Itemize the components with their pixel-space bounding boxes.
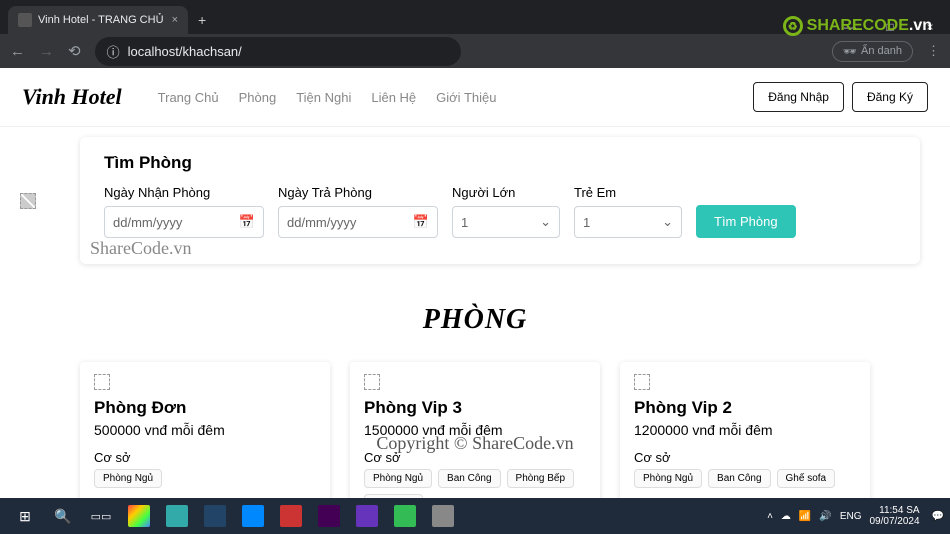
- register-button[interactable]: Đăng Ký: [852, 82, 928, 112]
- page-content: Vinh Hotel Trang Chủ Phòng Tiện Nghi Liê…: [0, 68, 950, 498]
- login-button[interactable]: Đăng Nhập: [753, 82, 844, 112]
- nav-link-contact[interactable]: Liên Hệ: [371, 90, 416, 105]
- calendar-icon: 📅: [239, 214, 255, 230]
- browser-toolbar: ← → ⟲ ⓘ localhost/khachsan/ 🕶 Ẩn danh ⋮: [0, 34, 950, 68]
- system-tray: ˄ ☁ 📶 🔊 ENG 11:54 SA 09/07/2024 💬: [767, 505, 944, 527]
- rooms-grid: Phòng Đơn 500000 vnđ mỗi đêm Cơ sở Phòng…: [20, 362, 930, 498]
- adults-select[interactable]: 1 ⌄: [452, 206, 560, 238]
- url-text: localhost/khachsan/: [128, 44, 242, 59]
- system-clock[interactable]: 11:54 SA 09/07/2024: [869, 505, 919, 527]
- address-bar[interactable]: ⓘ localhost/khachsan/: [95, 37, 462, 66]
- tray-volume-icon[interactable]: 🔊: [819, 511, 831, 522]
- facility-tag: Ban Công: [708, 469, 770, 488]
- checkin-label: Ngày Nhận Phòng: [104, 185, 264, 200]
- room-card[interactable]: Phòng Đơn 500000 vnđ mỗi đêm Cơ sở Phòng…: [80, 362, 330, 498]
- calendar-icon: 📅: [413, 214, 429, 230]
- back-button[interactable]: ←: [10, 43, 25, 60]
- broken-image-icon: [634, 374, 650, 390]
- windows-taskbar: ⊞ 🔍 ▭▭ ˄ ☁ 📶 🔊 ENG 11:54 SA 09/07/2024 💬: [0, 498, 950, 534]
- taskbar-app[interactable]: [388, 502, 422, 530]
- rooms-heading: PHÒNG: [20, 304, 930, 336]
- tab-title: Vinh Hotel - TRANG CHỦ: [38, 14, 164, 26]
- tray-onedrive-icon[interactable]: ☁: [781, 511, 791, 522]
- room-price: 1200000 vnđ mỗi đêm: [634, 422, 856, 438]
- nav-link-amenities[interactable]: Tiện Nghi: [296, 90, 351, 105]
- tray-chevron-icon[interactable]: ˄: [767, 511, 773, 522]
- room-price: 1500000 vnđ mỗi đêm: [364, 422, 586, 438]
- taskbar-app[interactable]: [198, 502, 232, 530]
- room-card[interactable]: Phòng Vip 2 1200000 vnđ mỗi đêm Cơ sở Ph…: [620, 362, 870, 498]
- site-navbar: Vinh Hotel Trang Chủ Phòng Tiện Nghi Liê…: [0, 68, 950, 127]
- chevron-down-icon: ⌄: [540, 214, 551, 230]
- checkout-input[interactable]: dd/mm/yyyy 📅: [278, 206, 438, 238]
- facilities-label: Cơ sở: [634, 450, 856, 465]
- site-brand[interactable]: Vinh Hotel: [22, 84, 122, 110]
- adults-label: Người Lớn: [452, 185, 560, 200]
- taskbar-app[interactable]: [350, 502, 384, 530]
- search-taskbar[interactable]: 🔍: [46, 502, 80, 530]
- nav-link-about[interactable]: Giới Thiệu: [436, 90, 496, 105]
- facility-tag: Phòng Bếp: [507, 469, 575, 488]
- facility-tag: Phòng Ngủ: [94, 469, 162, 488]
- favicon: [18, 13, 32, 27]
- taskbar-app[interactable]: [122, 502, 156, 530]
- room-price: 500000 vnđ mỗi đêm: [94, 422, 316, 438]
- taskbar-app[interactable]: [426, 502, 460, 530]
- taskbar-app[interactable]: [274, 502, 308, 530]
- nav-links: Trang Chủ Phòng Tiện Nghi Liên Hệ Giới T…: [158, 90, 497, 105]
- menu-button[interactable]: ⋮: [927, 43, 940, 59]
- facilities-label: Cơ sở: [94, 450, 316, 465]
- taskbar-app[interactable]: [160, 502, 194, 530]
- notifications-icon[interactable]: 💬: [932, 511, 944, 522]
- start-button[interactable]: ⊞: [8, 502, 42, 530]
- browser-tab[interactable]: Vinh Hotel - TRANG CHỦ ×: [8, 6, 188, 34]
- incognito-icon: 🕶: [843, 45, 857, 58]
- chevron-down-icon: ⌄: [662, 214, 673, 230]
- taskbar-app[interactable]: [312, 502, 346, 530]
- taskbar-app[interactable]: [236, 502, 270, 530]
- nav-link-home[interactable]: Trang Chủ: [158, 90, 219, 105]
- room-card[interactable]: Phòng Vip 3 1500000 vnđ mỗi đêm Cơ sở Ph…: [350, 362, 600, 498]
- forward-button[interactable]: →: [39, 43, 54, 60]
- children-label: Trẻ Em: [574, 185, 682, 200]
- children-select[interactable]: 1 ⌄: [574, 206, 682, 238]
- broken-image-icon: [20, 193, 36, 209]
- checkin-input[interactable]: dd/mm/yyyy 📅: [104, 206, 264, 238]
- room-name: Phòng Vip 3: [364, 398, 586, 418]
- reload-button[interactable]: ⟲: [68, 42, 81, 60]
- room-name: Phòng Đơn: [94, 398, 316, 418]
- broken-image-icon: [364, 374, 380, 390]
- sharecode-logo: ♻ SHARECODE.vn: [783, 16, 932, 36]
- site-info-icon[interactable]: ⓘ: [107, 42, 120, 61]
- tray-wifi-icon[interactable]: 📶: [799, 511, 811, 522]
- new-tab-button[interactable]: +: [198, 12, 206, 28]
- checkout-label: Ngày Trả Phòng: [278, 185, 438, 200]
- search-title: Tìm Phòng: [104, 153, 896, 173]
- tab-close-icon[interactable]: ×: [172, 14, 178, 26]
- search-panel: Tìm Phòng Ngày Nhận Phòng dd/mm/yyyy 📅 N…: [80, 137, 920, 264]
- facility-tag: Ban Công: [438, 469, 500, 488]
- facility-tag: Ghế sofa: [777, 469, 836, 488]
- search-button[interactable]: Tìm Phòng: [696, 205, 796, 238]
- broken-image-icon: [94, 374, 110, 390]
- room-name: Phòng Vip 2: [634, 398, 856, 418]
- recycle-icon: ♻: [783, 16, 803, 36]
- incognito-badge[interactable]: 🕶 Ẩn danh: [832, 41, 913, 62]
- nav-link-rooms[interactable]: Phòng: [239, 90, 277, 105]
- task-view[interactable]: ▭▭: [84, 502, 118, 530]
- facilities-label: Cơ sở: [364, 450, 586, 465]
- facility-tag: Phòng Ngủ: [634, 469, 702, 488]
- facility-tag: Phòng Ngủ: [364, 469, 432, 488]
- tray-language[interactable]: ENG: [840, 511, 862, 522]
